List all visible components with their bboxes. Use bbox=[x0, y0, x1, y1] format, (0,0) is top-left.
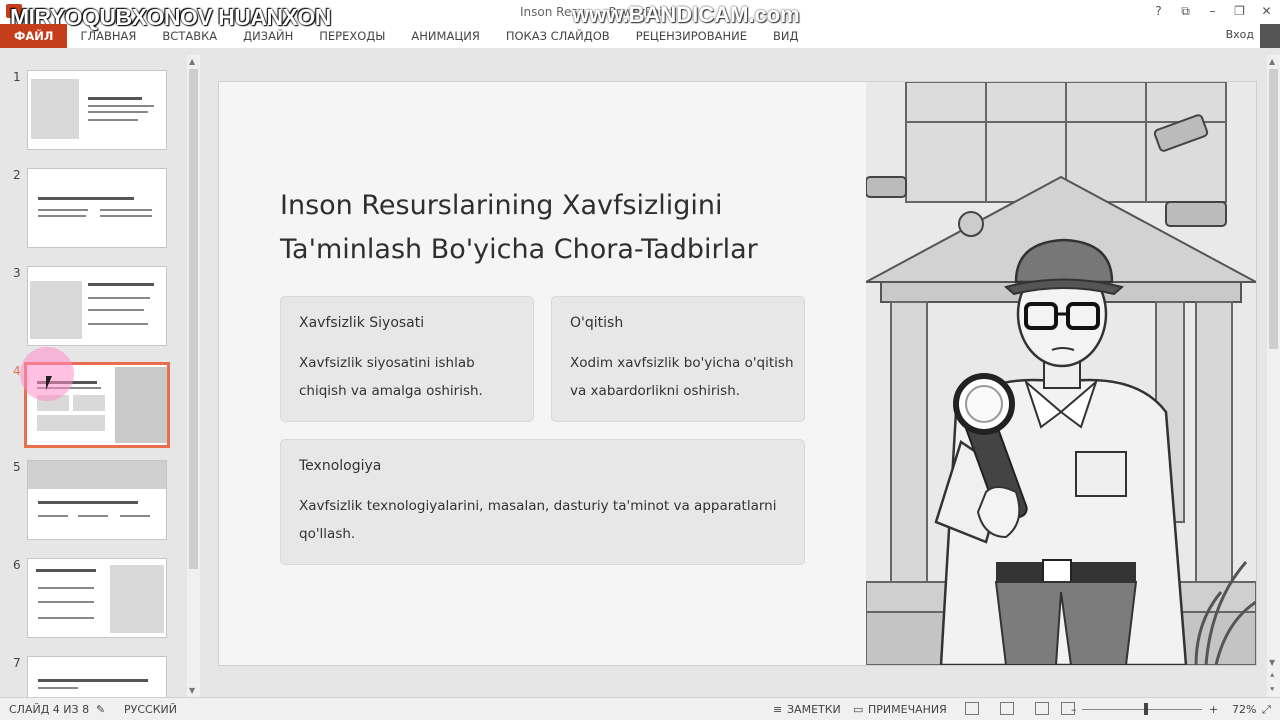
slide-editor: Inson Resurslarining Xavfsizligini Ta'mi… bbox=[200, 55, 1267, 697]
thumbnail-number: 1 bbox=[13, 70, 21, 84]
language-indicator[interactable]: РУССКИЙ bbox=[124, 703, 177, 716]
card-text: Xavfsizlik texnologiyalarini, masalan, d… bbox=[299, 498, 777, 542]
mouse-cursor-icon bbox=[46, 376, 52, 390]
thumbnail-row[interactable]: 6 bbox=[0, 558, 185, 644]
notes-button[interactable]: ЗАМЕТКИ bbox=[787, 703, 841, 716]
zoom-out-button[interactable]: – bbox=[1071, 703, 1077, 716]
editor-scrollbar[interactable]: ▲ ▼ ⯅ ⯆ bbox=[1267, 55, 1280, 697]
ribbon-tabs: ФАЙЛ ГЛАВНАЯ ВСТАВКА ДИЗАЙН ПЕРЕХОДЫ АНИ… bbox=[0, 24, 811, 48]
status-bar: СЛАЙД 4 ИЗ 8 ✎ РУССКИЙ ≡ ЗАМЕТКИ ▭ ПРИМЕ… bbox=[0, 697, 1280, 720]
card-title: Xavfsizlik Siyosati bbox=[299, 315, 425, 331]
slide-thumbnail[interactable] bbox=[27, 656, 167, 697]
previous-slide-icon[interactable]: ⯅ bbox=[1269, 671, 1275, 681]
card-title: Texnologiya bbox=[299, 458, 382, 474]
zoom-in-button[interactable]: + bbox=[1209, 703, 1218, 716]
slide-thumbnail[interactable] bbox=[27, 460, 167, 540]
title-bar: Inson Resu... - PowerPoint www.BANDICAM.… bbox=[0, 0, 1280, 48]
slide-thumbnail[interactable] bbox=[27, 558, 167, 638]
tab-design[interactable]: ДИЗАЙН bbox=[230, 24, 306, 48]
tab-insert[interactable]: ВСТАВКА bbox=[149, 24, 230, 48]
cursor-highlight bbox=[20, 347, 74, 401]
tab-slideshow[interactable]: ПОКАЗ СЛАЙДОВ bbox=[493, 24, 623, 48]
next-slide-icon[interactable]: ⯆ bbox=[1269, 685, 1275, 695]
zoom-slider[interactable] bbox=[1082, 709, 1202, 710]
slide-title-line: Inson Resurslarining Xavfsizligini bbox=[280, 190, 723, 221]
thumbnail-number: 5 bbox=[13, 460, 21, 474]
minimize-icon[interactable]: – bbox=[1199, 0, 1226, 22]
card-title: O'qitish bbox=[570, 315, 624, 331]
slide-thumbnail[interactable] bbox=[27, 70, 167, 150]
tab-view[interactable]: ВИД bbox=[760, 24, 811, 48]
thumbnail-row[interactable]: 7 bbox=[0, 656, 185, 697]
avatar[interactable] bbox=[1260, 24, 1280, 48]
card-technology[interactable]: Texnologiya Xavfsizlik texnologiyalarini… bbox=[280, 439, 805, 565]
scrollbar-thumb[interactable] bbox=[189, 69, 198, 569]
thumbnail-row[interactable]: 3 bbox=[0, 266, 185, 352]
slide-canvas[interactable]: Inson Resurslarining Xavfsizligini Ta'mi… bbox=[219, 82, 1256, 665]
thumbnail-row[interactable]: 5 bbox=[0, 460, 185, 546]
thumbnail-row[interactable]: 2 bbox=[0, 168, 185, 254]
slide-thumbnail[interactable] bbox=[27, 266, 167, 346]
zoom-slider-thumb[interactable] bbox=[1144, 703, 1148, 715]
comments-button[interactable]: ПРИМЕЧАНИЯ bbox=[868, 703, 947, 716]
slide-counter: СЛАЙД 4 ИЗ 8 bbox=[9, 703, 90, 716]
scrollbar-thumb[interactable] bbox=[1269, 69, 1278, 349]
scroll-down-icon[interactable]: ▼ bbox=[1269, 658, 1275, 667]
tab-transitions[interactable]: ПЕРЕХОДЫ bbox=[306, 24, 398, 48]
card-text: Xavfsizlik siyosatini ishlab chiqish va … bbox=[299, 355, 483, 399]
login-link[interactable]: Вход bbox=[1226, 28, 1254, 41]
thumbnail-number: 2 bbox=[13, 168, 21, 182]
scroll-up-icon[interactable]: ▲ bbox=[1269, 57, 1275, 66]
slide-title-line: Ta'minlash Bo'yicha Chora-Tadbirlar bbox=[280, 234, 758, 265]
card-security-policy[interactable]: Xavfsizlik Siyosati Xavfsizlik siyosatin… bbox=[280, 296, 534, 422]
tab-animations[interactable]: АНИМАЦИЯ bbox=[398, 24, 492, 48]
reading-view-button[interactable] bbox=[1035, 702, 1049, 715]
slide-thumbnail[interactable] bbox=[27, 168, 167, 248]
zoom-level[interactable]: 72% bbox=[1232, 703, 1256, 716]
security-guard-illustration[interactable] bbox=[866, 82, 1256, 665]
card-training[interactable]: O'qitish Xodim xavfsizlik bo'yicha o'qit… bbox=[551, 296, 805, 422]
slide-title[interactable]: Inson Resurslarining Xavfsizligini Ta'mi… bbox=[280, 184, 840, 272]
thumbnail-scrollbar[interactable]: ▲ ▼ bbox=[187, 55, 200, 697]
tab-file[interactable]: ФАЙЛ bbox=[0, 24, 68, 48]
thumbnail-number: 6 bbox=[13, 558, 21, 572]
window-controls: ? ⧉ – ❐ ✕ bbox=[1145, 0, 1280, 22]
ribbon-display-icon[interactable]: ⧉ bbox=[1172, 0, 1199, 22]
normal-view-button[interactable] bbox=[965, 702, 979, 715]
card-text: Xodim xavfsizlik bo'yicha o'qitish va xa… bbox=[570, 355, 794, 399]
scroll-up-icon[interactable]: ▲ bbox=[189, 57, 195, 66]
notes-icon[interactable]: ≡ bbox=[773, 703, 782, 716]
thumbnail-row[interactable]: 1 bbox=[0, 70, 185, 156]
tab-review[interactable]: РЕЦЕНЗИРОВАНИЕ bbox=[623, 24, 760, 48]
slide-sorter-button[interactable] bbox=[1000, 702, 1014, 715]
fit-slide-icon[interactable]: ⤢ bbox=[1262, 703, 1271, 717]
scroll-down-icon[interactable]: ▼ bbox=[189, 686, 195, 695]
spellcheck-icon[interactable]: ✎ bbox=[96, 703, 105, 716]
tab-home[interactable]: ГЛАВНАЯ bbox=[67, 24, 149, 48]
restore-icon[interactable]: ❐ bbox=[1226, 0, 1253, 22]
comments-icon[interactable]: ▭ bbox=[853, 703, 863, 716]
thumbnail-number: 7 bbox=[13, 656, 21, 670]
close-icon[interactable]: ✕ bbox=[1253, 0, 1280, 22]
help-icon[interactable]: ? bbox=[1145, 0, 1172, 22]
thumbnail-number: 3 bbox=[13, 266, 21, 280]
